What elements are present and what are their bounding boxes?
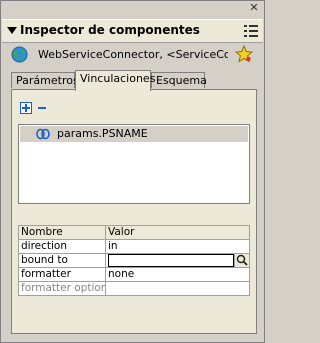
plus-icon[interactable] [20, 102, 32, 114]
minus-icon[interactable] [36, 102, 48, 114]
globe-icon [11, 46, 28, 63]
magnifier-icon[interactable] [234, 254, 249, 268]
bindings-tab-content: params.PSNAME Nombre Valor direction in … [11, 89, 257, 334]
bound-to-field-wrap [108, 254, 249, 268]
table-row[interactable]: bound to [18, 253, 250, 268]
property-value-cell [105, 253, 250, 268]
table-row[interactable]: formatter options [18, 281, 250, 296]
tab-label: Esquema [156, 74, 207, 87]
column-header-value: Valor [105, 225, 250, 240]
binding-label: params.PSNAME [57, 127, 148, 140]
component-row: WebServiceConnector, <ServiceCo... [1, 44, 264, 68]
tab-label: Vinculaciones [80, 72, 156, 85]
component-inspector-panel: ✕ Inspector de componentes WebServiceCon… [0, 0, 265, 343]
tab-parametros[interactable]: Parámetros [11, 72, 79, 88]
table-row[interactable]: formatter none [18, 267, 250, 282]
property-name: bound to [18, 253, 106, 268]
options-menu-icon[interactable] [244, 24, 258, 38]
properties-header-row: Nombre Valor [18, 225, 250, 240]
component-name: WebServiceConnector, <ServiceCo... [38, 48, 228, 61]
panel-title: Inspector de componentes [20, 23, 200, 37]
properties-grid: Nombre Valor direction in bound to forma… [18, 225, 250, 296]
property-value[interactable]: none [105, 267, 250, 282]
list-item[interactable]: params.PSNAME [20, 126, 248, 142]
bindings-list[interactable]: params.PSNAME [18, 124, 250, 204]
property-name: formatter options [18, 281, 106, 296]
star-icon[interactable] [235, 45, 253, 63]
tab-label: Parámetros [16, 74, 79, 87]
property-value[interactable] [105, 281, 250, 296]
panel-top-bar: ✕ [1, 1, 264, 18]
triangle-down-icon[interactable] [7, 27, 17, 34]
table-row[interactable]: direction in [18, 239, 250, 254]
panel-title-bar[interactable]: Inspector de componentes [2, 19, 263, 43]
property-name: direction [18, 239, 106, 254]
link-icon [36, 128, 50, 140]
tab-esquema[interactable]: Esquema [151, 72, 207, 88]
tab-vinculaciones[interactable]: Vinculaciones [75, 70, 155, 91]
property-value[interactable]: in [105, 239, 250, 254]
tab-strip: Parámetros Vinculaciones Esquema [11, 70, 256, 91]
close-icon[interactable]: ✕ [248, 2, 260, 14]
bound-to-input[interactable] [108, 254, 234, 267]
column-header-name: Nombre [18, 225, 106, 240]
property-name: formatter [18, 267, 106, 282]
